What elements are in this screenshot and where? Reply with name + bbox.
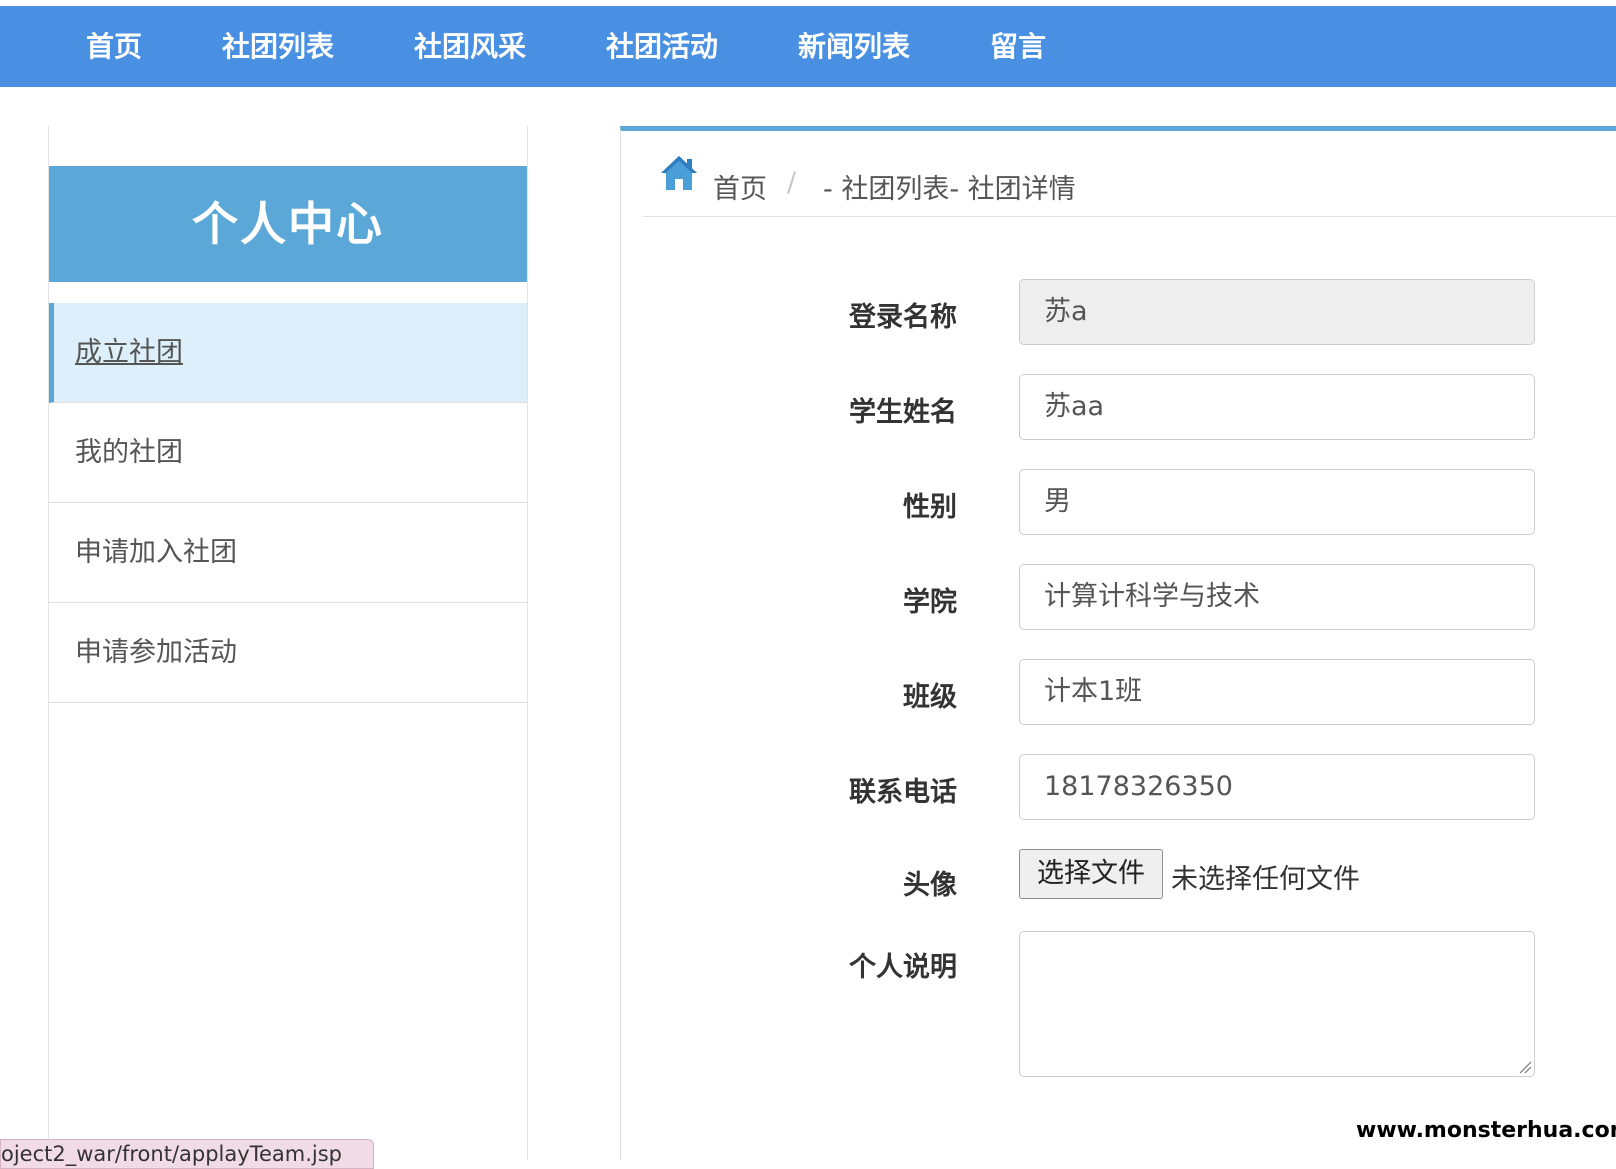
sidebar-item-join-activity[interactable]: 申请参加活动 (49, 603, 527, 703)
sidebar-item-label: 申请参加活动 (75, 637, 237, 668)
description-textarea[interactable] (1019, 931, 1535, 1077)
gender-field[interactable]: 男 (1019, 469, 1535, 535)
avatar-label: 头像 (903, 870, 957, 901)
main-panel: 首页 / - 社团列表- 社团详情 登录名称 苏a 学生姓名 苏aa 性别 男 … (620, 126, 1616, 1160)
student-name-label: 学生姓名 (849, 397, 957, 428)
nav-home[interactable]: 首页 (86, 6, 142, 87)
sidebar-title: 个人中心 (49, 166, 527, 282)
sidebar-item-create-club[interactable]: 成立社团 (49, 303, 527, 403)
sidebar-item-my-clubs[interactable]: 我的社团 (49, 403, 527, 503)
login-name-label: 登录名称 (849, 302, 957, 333)
nav-club-showcase[interactable]: 社团风采 (414, 6, 526, 87)
class-label: 班级 (903, 682, 957, 713)
college-field[interactable]: 计算计科学与技术 (1019, 564, 1535, 630)
sidebar: 个人中心 成立社团 我的社团 申请加入社团 申请参加活动 (48, 126, 528, 1160)
class-field[interactable]: 计本1班 (1019, 659, 1535, 725)
nav-messages[interactable]: 留言 (990, 6, 1046, 87)
breadcrumb: 首页 / - 社团列表- 社团详情 (643, 149, 1616, 217)
sidebar-item-label[interactable]: 成立社团 (75, 337, 183, 368)
home-icon[interactable] (659, 153, 699, 193)
nav-club-activities[interactable]: 社团活动 (606, 6, 718, 87)
phone-label: 联系电话 (849, 777, 957, 808)
phone-field[interactable]: 18178326350 (1019, 754, 1535, 820)
college-label: 学院 (903, 587, 957, 618)
choose-file-button[interactable]: 选择文件 (1019, 849, 1163, 899)
nav-club-list[interactable]: 社团列表 (222, 6, 334, 87)
description-label: 个人说明 (849, 952, 957, 983)
watermark: www.monsterhua.com (1356, 1102, 1616, 1160)
sidebar-item-label: 我的社团 (75, 437, 183, 468)
file-status-text: 未选择任何文件 (1171, 864, 1360, 895)
sidebar-item-label: 申请加入社团 (75, 537, 237, 568)
breadcrumb-current: - 社团列表- 社团详情 (823, 174, 1076, 205)
student-name-field[interactable]: 苏aa (1019, 374, 1535, 440)
status-bar-url: oject2_war/front/applayTeam.jsp (0, 1139, 374, 1169)
top-navbar: 首页 社团列表 社团风采 社团活动 新闻列表 留言 (0, 6, 1616, 87)
breadcrumb-separator: / (787, 167, 797, 198)
gender-label: 性别 (903, 492, 957, 523)
breadcrumb-home[interactable]: 首页 (713, 167, 767, 206)
login-name-field[interactable]: 苏a (1019, 279, 1535, 345)
sidebar-item-join-club[interactable]: 申请加入社团 (49, 503, 527, 603)
resize-grip-icon[interactable] (1518, 1060, 1532, 1074)
nav-news-list[interactable]: 新闻列表 (798, 6, 910, 87)
